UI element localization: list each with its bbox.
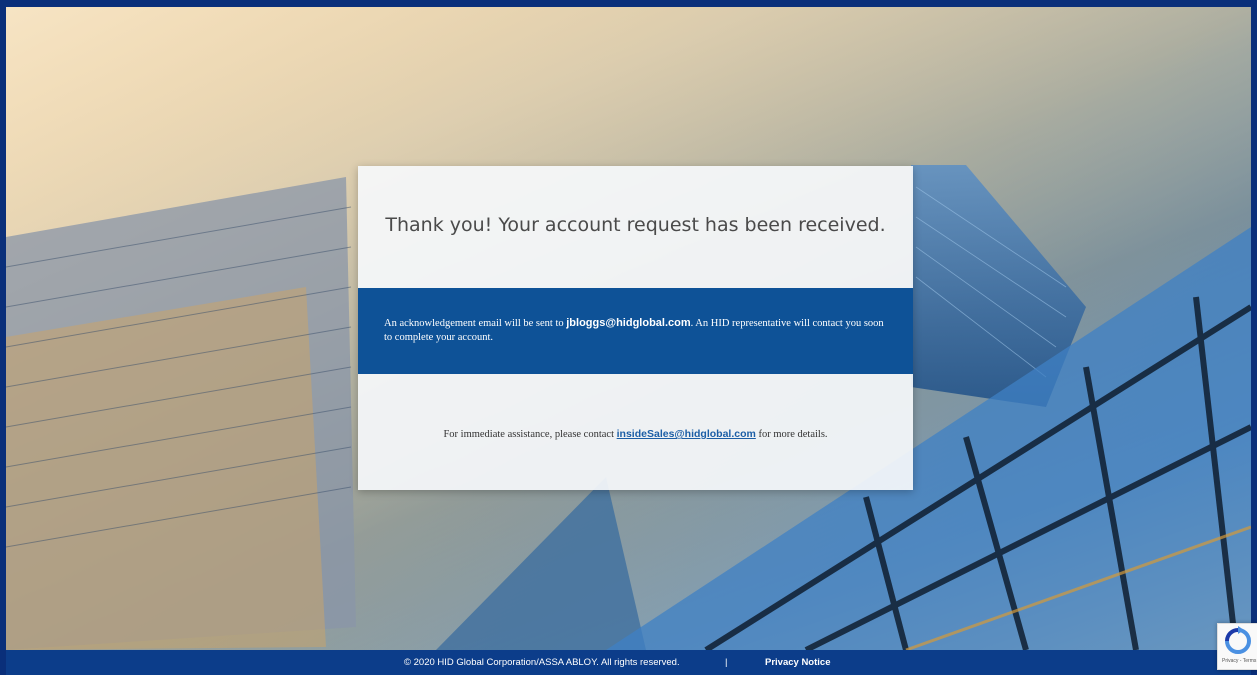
assistance-text: For immediate assistance, please contact… — [358, 428, 913, 440]
confirmation-title: Thank you! Your account request has been… — [385, 214, 886, 236]
copyright-text: © 2020 HID Global Corporation/ASSA ABLOY… — [404, 657, 680, 668]
recaptcha-badge[interactable]: Privacy - Terms — [1217, 623, 1257, 670]
privacy-notice-link[interactable]: Privacy Notice — [765, 657, 830, 668]
footer: © 2020 HID Global Corporation/ASSA ABLOY… — [6, 650, 1251, 675]
recaptcha-icon — [1225, 626, 1251, 654]
acknowledgement-banner: An acknowledgement email will be sent to… — [358, 288, 913, 374]
inside-sales-email-link[interactable]: insideSales@hidglobal.com — [617, 428, 756, 440]
ack-prefix: An acknowledgement email will be sent to — [384, 318, 564, 329]
assist-suffix: for more details. — [758, 429, 828, 440]
footer-separator: | — [725, 657, 728, 668]
assist-prefix: For immediate assistance, please contact — [443, 429, 615, 440]
confirmation-card: Thank you! Your account request has been… — [358, 166, 913, 490]
recaptcha-label: Privacy - Terms — [1222, 658, 1257, 664]
ack-email: jbloggs@hidglobal.com — [566, 317, 691, 329]
